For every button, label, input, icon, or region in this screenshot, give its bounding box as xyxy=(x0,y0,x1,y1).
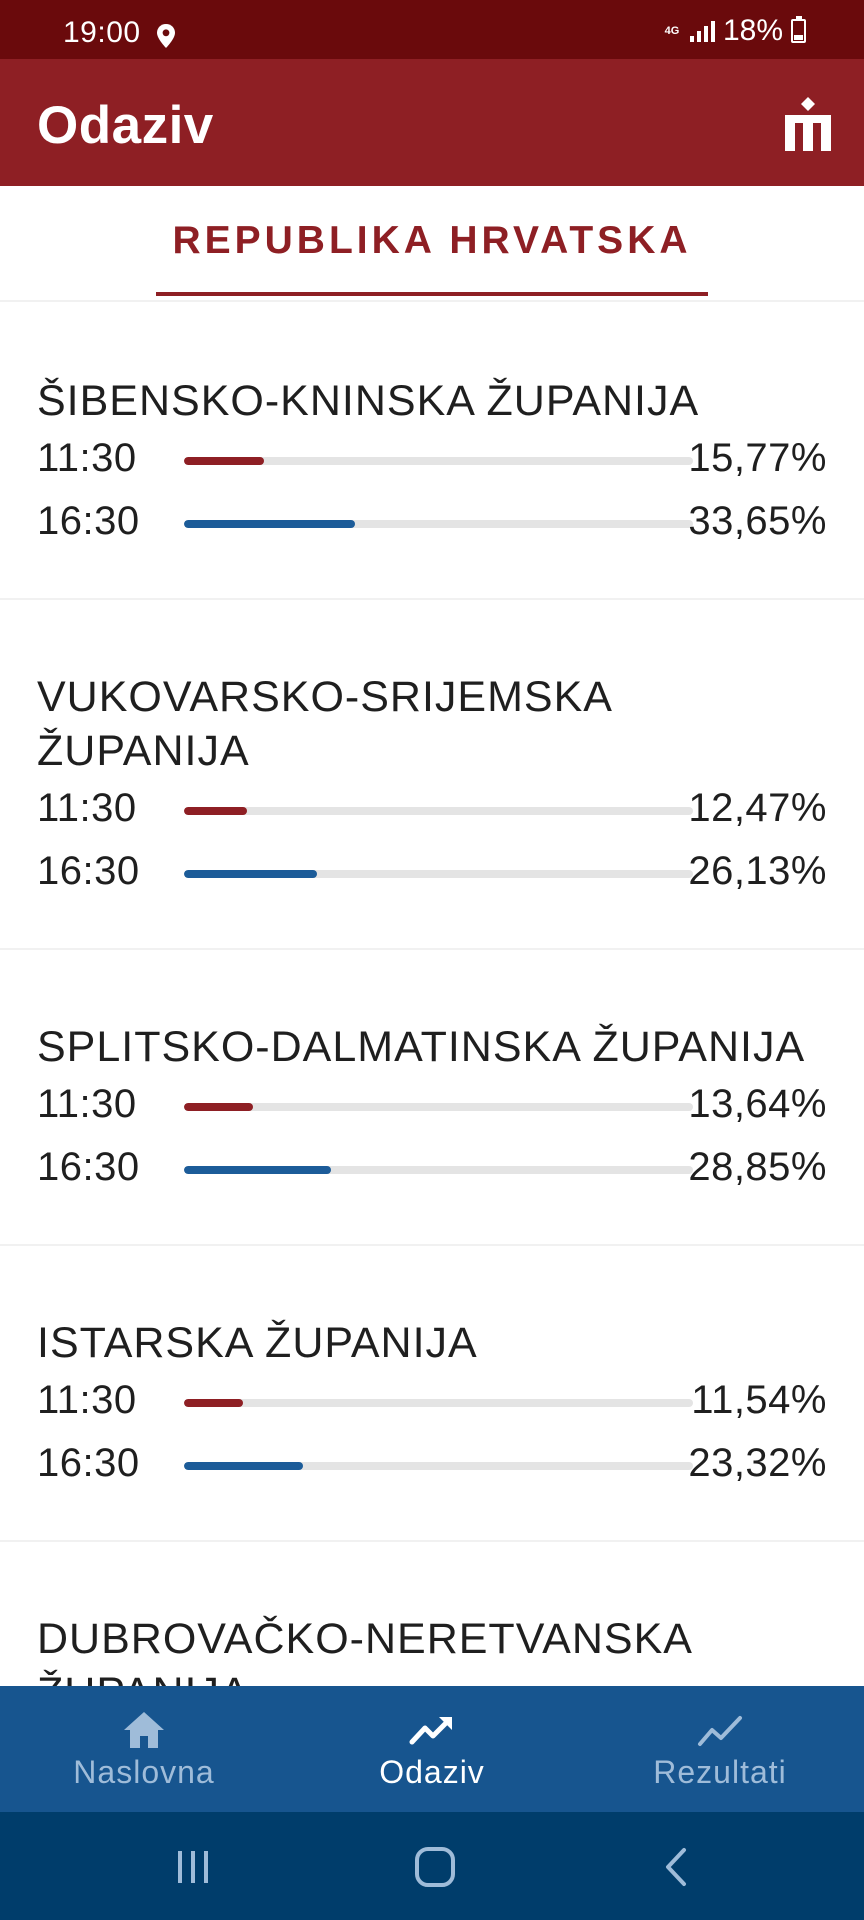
turnout-progress-bar xyxy=(184,807,693,815)
network-type: 4G xyxy=(664,24,680,37)
turnout-time: 16:30 xyxy=(37,499,140,543)
turnout-time: 11:30 xyxy=(37,786,137,830)
nav-item-rezultati[interactable]: Rezultati xyxy=(576,1686,864,1812)
turnout-progress-fill xyxy=(184,870,317,878)
home-button-icon[interactable] xyxy=(410,1846,460,1888)
turnout-percent: 23,32% xyxy=(688,1441,827,1485)
line-chart-icon xyxy=(698,1716,742,1746)
turnout-percent: 28,85% xyxy=(688,1145,827,1189)
turnout-time: 16:30 xyxy=(37,1145,140,1189)
battery-icon xyxy=(791,16,806,43)
nav-label-odaziv: Odaziv xyxy=(379,1754,485,1790)
turnout-percent: 33,65% xyxy=(688,499,827,543)
turnout-progress-fill xyxy=(184,1103,254,1111)
turnout-percent: 13,64% xyxy=(688,1082,827,1126)
county-card: VUKOVARSKO-SRIJEMSKA ŽUPANIJA 11:30 12,47%… xyxy=(0,598,864,948)
turnout-percent: 11,54% xyxy=(691,1378,827,1422)
nav-item-naslovna[interactable]: Naslovna xyxy=(0,1686,288,1812)
turnout-progress-bar xyxy=(184,520,693,528)
turnout-row: 16:30 33,65% xyxy=(37,495,827,558)
nav-label-naslovna: Naslovna xyxy=(73,1754,215,1790)
recent-apps-icon[interactable] xyxy=(168,1846,218,1888)
turnout-progress-fill xyxy=(184,807,248,815)
location-pin-icon xyxy=(157,24,175,48)
turnout-row: 16:30 23,32% xyxy=(37,1437,827,1500)
back-icon[interactable] xyxy=(652,1846,702,1888)
turnout-time: 11:30 xyxy=(37,1082,137,1126)
turnout-progress-bar xyxy=(184,457,693,465)
tab-republika-hrvatska[interactable]: REPUBLIKA HRVATSKA xyxy=(156,216,708,296)
status-bar: 19:00 4G 18% xyxy=(0,0,864,59)
county-title: ISTARSKA ŽUPANIJA xyxy=(37,1319,478,1367)
trending-up-icon xyxy=(409,1717,452,1745)
county-card: SPLITSKO-DALMATINSKA ŽUPANIJA 11:30 13,64%… xyxy=(0,948,864,1244)
turnout-progress-fill xyxy=(184,457,265,465)
turnout-progress-bar xyxy=(184,1166,693,1174)
turnout-progress-fill xyxy=(184,1462,303,1470)
nav-item-odaziv[interactable]: Odaziv xyxy=(288,1686,576,1812)
turnout-progress-bar xyxy=(184,1103,693,1111)
status-time: 19:00 xyxy=(63,16,141,49)
turnout-row: 16:30 28,85% xyxy=(37,1141,827,1204)
battery-percent: 18% xyxy=(722,14,783,47)
turnout-percent: 12,47% xyxy=(688,786,827,830)
tab-active-indicator xyxy=(156,292,708,296)
turnout-time: 16:30 xyxy=(37,1441,140,1485)
page-title: Odaziv xyxy=(37,96,214,155)
county-card: ISTARSKA ŽUPANIJA 11:30 11,54% 16:30 23,32% xyxy=(0,1244,864,1540)
turnout-percent: 15,77% xyxy=(688,436,827,480)
turnout-progress-fill xyxy=(184,1166,331,1174)
signal-icon xyxy=(689,20,715,42)
county-list[interactable]: ŠIBENSKO-KNINSKA ŽUPANIJA 11:30 15,77% 16:3… xyxy=(0,300,864,1686)
turnout-progress-bar xyxy=(184,1399,693,1407)
status-indicators: 4G 18% xyxy=(662,14,806,47)
country-tab-label: REPUBLIKA HRVATSKA xyxy=(172,219,692,262)
turnout-progress-fill xyxy=(184,1399,243,1407)
county-title: SPLITSKO-DALMATINSKA ŽUPANIJA xyxy=(37,1023,806,1071)
turnout-time: 11:30 xyxy=(37,436,137,480)
turnout-progress-bar xyxy=(184,1462,693,1470)
turnout-row: 11:30 13,64% xyxy=(37,1078,827,1141)
county-card: ŠIBENSKO-KNINSKA ŽUPANIJA 11:30 15,77% 16:3… xyxy=(0,300,864,598)
home-icon xyxy=(124,1712,164,1748)
turnout-row: 11:30 11,54% xyxy=(37,1374,827,1437)
county-title: VUKOVARSKO-SRIJEMSKA ŽUPANIJA xyxy=(37,673,611,775)
system-navigation-bar xyxy=(0,1812,864,1920)
turnout-percent: 26,13% xyxy=(688,849,827,893)
bottom-navigation: Naslovna Odaziv Rezultati xyxy=(0,1686,864,1812)
county-title: DUBROVAČKO-NERETVANSKA ŽUPANIJA xyxy=(37,1615,691,1686)
turnout-time: 11:30 xyxy=(37,1378,137,1422)
county-title: ŠIBENSKO-KNINSKA ŽUPANIJA xyxy=(37,377,700,425)
turnout-row: 16:30 26,13% xyxy=(37,845,827,908)
nav-label-rezultati: Rezultati xyxy=(653,1754,787,1790)
turnout-row: 11:30 12,47% xyxy=(37,782,827,845)
ballot-box-logo-icon[interactable] xyxy=(785,97,831,151)
turnout-progress-bar xyxy=(184,870,693,878)
app-bar: Odaziv xyxy=(0,59,864,186)
turnout-time: 16:30 xyxy=(37,849,140,893)
turnout-row: 11:30 15,77% xyxy=(37,432,827,495)
turnout-progress-fill xyxy=(184,520,356,528)
county-card: DUBROVAČKO-NERETVANSKA ŽUPANIJA xyxy=(0,1540,864,1686)
